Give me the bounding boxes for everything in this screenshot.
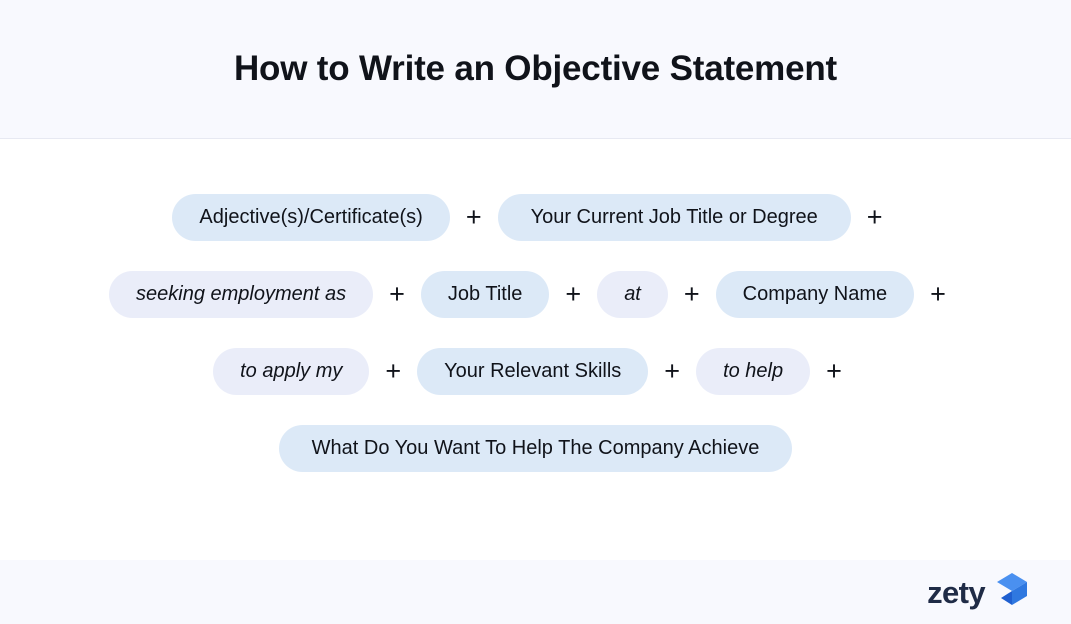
formula-pill: seeking employment as — [109, 271, 374, 318]
formula-row-2: seeking employment as + Job Title + at + Compa… — [0, 271, 1071, 318]
footer-band: zety — [0, 560, 1071, 624]
plus-separator: + — [683, 279, 700, 309]
zety-wordmark: zety — [927, 574, 986, 610]
plus-separator: + — [866, 202, 883, 232]
plus-separator: + — [565, 279, 582, 309]
formula-pill: Adjective(s)/Certificate(s) — [172, 194, 450, 241]
plus-separator: + — [385, 356, 402, 386]
infographic-page: How to Write an Objective Statement Adje… — [0, 0, 1071, 624]
zety-arrow-logo-icon — [989, 569, 1029, 609]
formula-pill: Company Name — [715, 271, 915, 318]
plus-separator: + — [826, 356, 842, 386]
formula-pill: at — [597, 271, 668, 318]
formula-container: Adjective(s)/Certificate(s) + Your Current… — [0, 139, 1071, 560]
formula-row-1: Adjective(s)/Certificate(s) + Your Current… — [0, 194, 1071, 241]
formula-pill: Job Title — [420, 271, 550, 318]
formula-pill: to apply my — [213, 348, 370, 395]
formula-pill: to help — [696, 348, 811, 395]
plus-separator: + — [664, 356, 681, 386]
formula-row-3: to apply my + Your Relevant Skills + to help… — [0, 348, 1071, 395]
zety-logo: zety — [927, 569, 1029, 615]
page-title: How to Write an Objective Statement — [233, 48, 838, 88]
formula-pill: Your Relevant Skills — [417, 348, 649, 395]
plus-separator: + — [465, 202, 482, 232]
formula-row-4: What Do You Want To Help The Company Ach… — [0, 425, 1071, 472]
plus-separator: + — [389, 279, 405, 309]
formula-pill: Your Current Job Title or Degree — [497, 194, 851, 241]
header-band: How to Write an Objective Statement — [0, 0, 1071, 139]
plus-separator: + — [930, 279, 946, 309]
formula-pill: What Do You Want To Help The Company Ach… — [278, 425, 793, 472]
